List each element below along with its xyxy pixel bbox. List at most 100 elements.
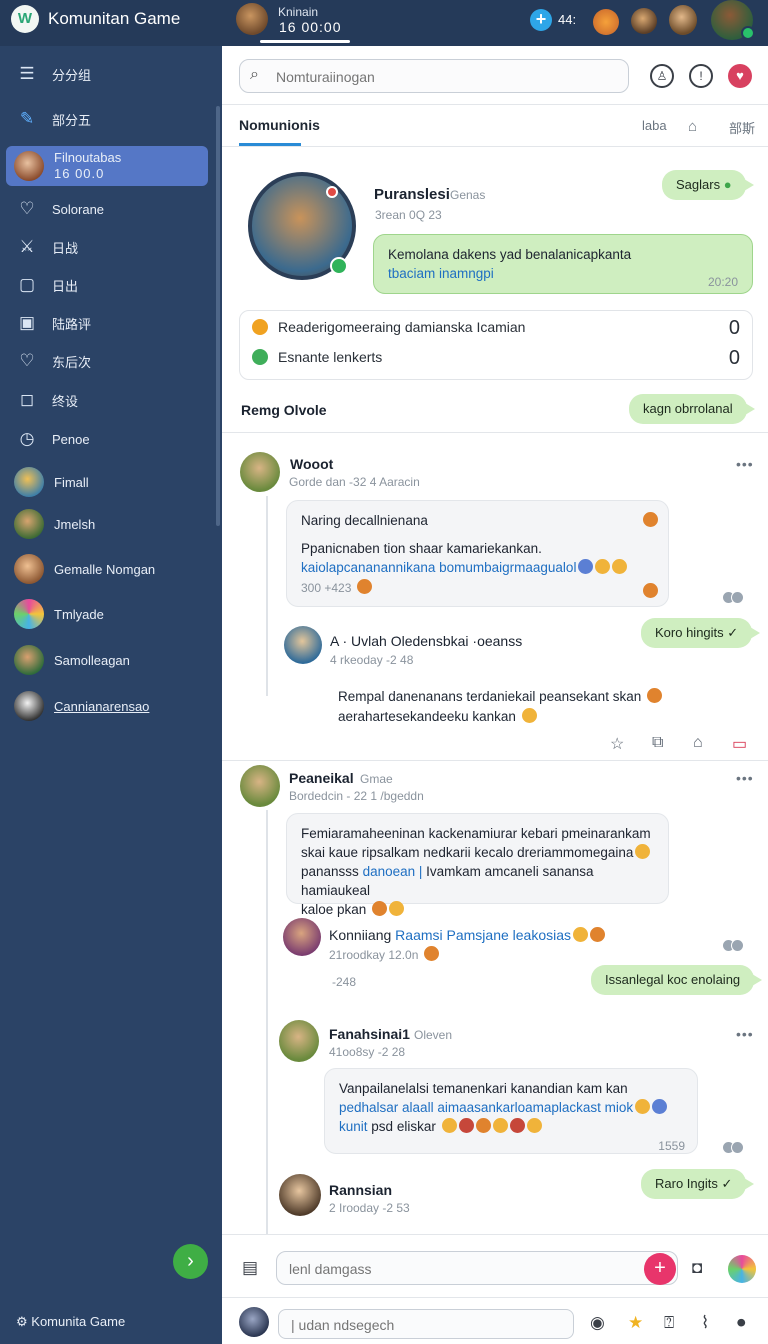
tab-nomunionis[interactable]: Nomunionis — [239, 117, 320, 133]
section-pill[interactable]: kagn obrrolanal — [629, 394, 755, 424]
post-link[interactable]: kunit — [339, 1119, 368, 1134]
share-icon[interactable]: ⧉ — [652, 734, 663, 752]
online-status-icon — [741, 26, 755, 40]
voice-icon[interactable]: ⏺ — [737, 1313, 746, 1333]
profile-icon[interactable]: ♙ — [650, 64, 674, 88]
reply-author[interactable]: Konniiang — [329, 927, 391, 943]
add-button[interactable]: + — [644, 1253, 676, 1285]
tab-laba[interactable]: laba — [642, 118, 667, 133]
search-input[interactable] — [276, 66, 616, 88]
sidebar-item-files[interactable]: ▢ 日出 — [6, 266, 208, 304]
sidebar-item-board[interactable]: ▣ 陆路评 — [6, 304, 208, 342]
sidebar-item-gemalle[interactable]: Gemalle Nomgan — [6, 550, 208, 588]
stat-row[interactable]: Esnante lenkerts — [252, 349, 382, 365]
attach-icon[interactable]: ⌇ — [701, 1313, 709, 1333]
star-icon[interactable]: ☆ — [610, 734, 624, 754]
sidebar-item-label: 东后次 — [52, 354, 92, 370]
sidebar-item-jmelsh[interactable]: Jmelsh — [6, 505, 208, 543]
avatar[interactable] — [240, 765, 280, 807]
sidebar-item-fimall[interactable]: Fimall — [6, 463, 208, 501]
reaction-icon[interactable] — [643, 583, 658, 598]
reply-pill[interactable]: Koro hingits ✓ — [641, 618, 761, 648]
avatar[interactable] — [279, 1174, 321, 1216]
flag-icon[interactable]: ▭ — [732, 734, 747, 754]
my-avatar[interactable] — [711, 0, 755, 40]
post-author[interactable]: Rannsian — [329, 1182, 392, 1198]
sidebar-item-active-chat[interactable]: Filnoutabas 16 00.0 — [6, 146, 208, 186]
sidebar-item-edit[interactable]: ✎ 部分五 — [6, 100, 208, 138]
post-link[interactable]: pedhalsar alaall aimaasankarloamaplackas… — [339, 1100, 633, 1115]
forward-button[interactable]: › — [173, 1244, 208, 1279]
avatar[interactable] — [239, 1307, 269, 1337]
sidebar-item-samolleagan[interactable]: Samolleagan — [6, 641, 208, 679]
reply-pill[interactable]: Raro Ingits ✓ — [641, 1169, 755, 1199]
clipboard-icon[interactable]: ▤ — [242, 1258, 258, 1278]
emoji-icon — [521, 708, 537, 723]
thread-line — [266, 810, 268, 1240]
leaf-icon: ● — [723, 177, 732, 192]
sidebar-item-favorites[interactable]: ♡ 东后次 — [6, 342, 208, 380]
post-link[interactable]: kaiolapcananannikana bomumbaigrmaagualol — [301, 560, 576, 575]
post-body[interactable]: Vanpailanelalsi temanenkari kanandian ka… — [324, 1068, 698, 1154]
profile-message[interactable]: Kemolana dakens yad benalanicapkanta tba… — [373, 234, 753, 294]
saglars-pill[interactable]: Saglars ● — [662, 170, 754, 200]
avatar[interactable] — [279, 1020, 319, 1062]
sidebar-item-cannianarensao[interactable]: Cannianarensao — [6, 687, 208, 725]
clock-icon: ◷ — [19, 429, 35, 448]
post-author[interactable]: Wooot — [290, 456, 333, 472]
message-input-secondary[interactable] — [291, 1314, 621, 1336]
tag-icon[interactable]: ⌂ — [688, 118, 697, 135]
emoji-icon — [441, 1118, 457, 1133]
friend-avatar[interactable] — [669, 5, 697, 35]
info-icon[interactable]: ! — [689, 64, 713, 88]
avatar[interactable] — [240, 452, 280, 492]
emoji-icon — [635, 1099, 651, 1114]
more-icon[interactable]: ••• — [736, 456, 754, 472]
reply-mention[interactable]: Raamsi Pamsjane leakosias — [395, 927, 571, 943]
sidebar-item-battle[interactable]: ⚔ 日战 — [6, 228, 208, 266]
sidebar-item-chat[interactable]: ◻ 终设 — [6, 381, 208, 419]
reaction-icon[interactable] — [643, 512, 658, 527]
emoji-icon — [578, 559, 594, 574]
post-body[interactable]: Femiaramaheeninan kackenamiurar kebari p… — [286, 813, 669, 917]
app-logo[interactable]: W — [11, 5, 39, 33]
sidebar-item-penoe[interactable]: ◷ Penoe — [6, 420, 208, 458]
post-meta: 41oo8sy -2 28 — [329, 1045, 406, 1059]
search-bar[interactable]: ⌕ — [239, 59, 629, 93]
post-body[interactable]: Naring decallnienana Ppanicnaben tion sh… — [286, 500, 669, 607]
current-chat-avatar[interactable] — [236, 3, 268, 35]
avatar[interactable] — [283, 918, 321, 956]
friend-avatar[interactable] — [631, 8, 657, 34]
help-icon[interactable]: ⍰ — [664, 1313, 674, 1333]
favorite-icon[interactable]: ♥ — [728, 64, 752, 88]
stat-row[interactable]: Readerigomeeraing damianska Icamian — [252, 319, 525, 335]
sidebar-scrollbar[interactable] — [216, 106, 220, 526]
sidebar-item-label: Tmlyade — [54, 606, 104, 622]
sticker-icon[interactable]: ◘ — [692, 1258, 702, 1278]
record-icon[interactable]: ◉ — [590, 1313, 605, 1333]
tag-icon[interactable]: ⌂ — [693, 734, 703, 752]
notification-avatar[interactable] — [593, 9, 619, 35]
sidebar-item-tmlyade[interactable]: Tmlyade — [6, 595, 208, 633]
more-icon[interactable]: ••• — [736, 770, 754, 786]
reply-pill[interactable]: Issanlegal koc enolaing — [591, 965, 763, 995]
sidebar-item-solorane[interactable]: ♡ Solorane — [6, 190, 208, 228]
menu-icon: ☰ — [19, 64, 35, 83]
avatar[interactable] — [284, 626, 322, 664]
reply-author[interactable]: A · Uvlah Oledensbkai ·oeanss — [330, 633, 522, 649]
message-field-secondary[interactable] — [278, 1309, 621, 1339]
more-icon[interactable]: ••• — [736, 1026, 754, 1042]
post-link[interactable]: danoean | — [363, 864, 423, 879]
tab-more[interactable]: 部斯 — [729, 118, 755, 137]
add-icon[interactable]: + — [530, 9, 552, 31]
sidebar-item-label: Jmelsh — [54, 516, 96, 532]
post-author[interactable]: Fanahsinai1 — [329, 1026, 410, 1042]
emoji-picker-icon[interactable] — [728, 1255, 756, 1283]
message-input[interactable] — [289, 1258, 619, 1280]
star-icon[interactable]: ★ — [628, 1313, 643, 1333]
heart-icon: ♡ — [19, 351, 35, 370]
sidebar-item-time: 16 00.0 — [54, 166, 105, 181]
message-field[interactable] — [276, 1251, 678, 1285]
post-author[interactable]: Peaneikal — [289, 770, 354, 786]
sidebar-item-menu[interactable]: ☰ 分分组 — [6, 55, 208, 93]
